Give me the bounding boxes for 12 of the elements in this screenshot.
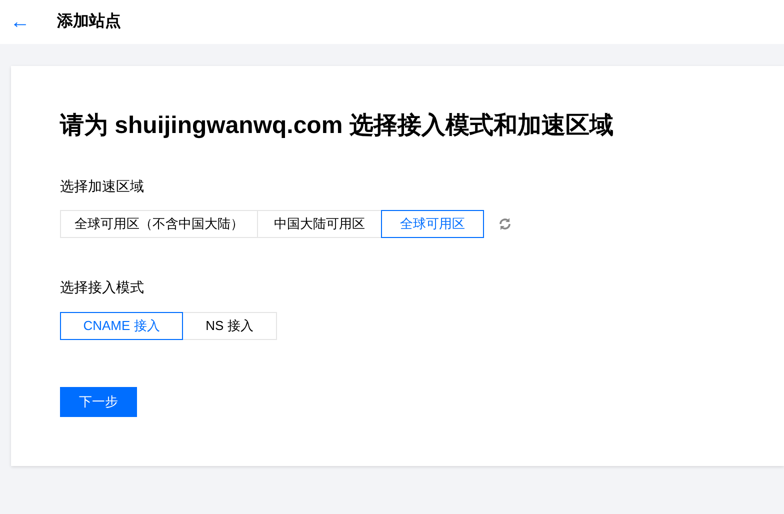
next-button[interactable]: 下一步 xyxy=(60,387,137,417)
page-title: 添加站点 xyxy=(57,12,121,32)
back-arrow-icon[interactable]: ← xyxy=(10,12,30,32)
option-tab[interactable]: NS 接入 xyxy=(182,312,277,340)
field-label: 选择接入模式 xyxy=(60,278,145,297)
option-tab[interactable]: CNAME 接入 xyxy=(60,312,183,340)
refresh-icon[interactable] xyxy=(498,217,512,231)
option-tab[interactable]: 全球可用区 xyxy=(381,210,484,238)
option-tab[interactable]: 中国大陆可用区 xyxy=(257,210,382,238)
field-label: 选择加速区域 xyxy=(60,177,145,196)
section-heading: 请为 shuijingwanwq.com 选择接入模式和加速区域 xyxy=(60,111,614,141)
option-tab[interactable]: 全球可用区（不含中国大陆） xyxy=(60,210,258,238)
